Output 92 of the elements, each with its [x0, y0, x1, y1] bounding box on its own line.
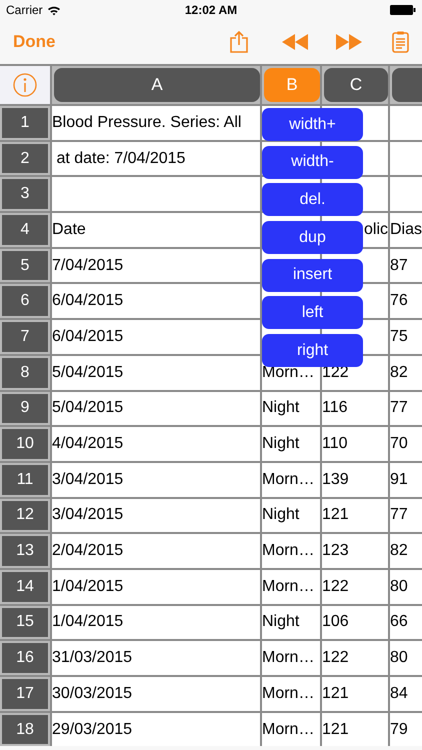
wifi-icon — [46, 4, 61, 16]
status-time: 12:02 AM — [184, 2, 238, 19]
table-cell: 122 — [322, 641, 388, 675]
table-cell: Morn… — [262, 570, 320, 604]
menu-button[interactable]: left — [262, 296, 363, 330]
table-cell: Morn… — [262, 712, 320, 746]
row-header[interactable]: 13 — [2, 536, 48, 566]
row-header[interactable]: 10 — [2, 429, 48, 459]
menu-button[interactable]: dup — [262, 221, 363, 254]
table-cell: Night — [262, 427, 320, 461]
table-cell: 87 — [390, 248, 422, 282]
table-cell: Morn… — [262, 462, 320, 497]
table-cell: 91 — [390, 462, 422, 497]
battery-icon — [390, 5, 416, 15]
row-header[interactable]: 18 — [2, 714, 48, 744]
info-icon[interactable] — [13, 73, 37, 97]
share-icon[interactable] — [230, 31, 248, 53]
row-header[interactable]: 15 — [2, 608, 48, 638]
row-header[interactable]: 5 — [2, 250, 48, 280]
rewind-icon[interactable] — [282, 34, 308, 50]
table-cell: Morn… — [262, 641, 320, 675]
table-cell: 75 — [390, 320, 422, 354]
carrier-label: Carrier — [6, 2, 43, 19]
table-cell: 2/04/2015 — [52, 534, 260, 568]
table-cell: 77 — [390, 392, 422, 426]
menu-button[interactable]: width- — [262, 146, 363, 179]
table-cell: 4/04/2015 — [52, 427, 260, 461]
table-cell: 70 — [390, 427, 422, 461]
table-cell: 77 — [390, 498, 422, 532]
table-cell: 6/04/2015 — [52, 284, 260, 318]
table-cell: Night — [262, 606, 320, 640]
document-icon[interactable] — [392, 31, 409, 53]
table-cell: 76 — [390, 284, 422, 318]
table-cell: 80 — [390, 641, 422, 675]
table-cell: 1/04/2015 — [52, 570, 260, 604]
fast-forward-icon[interactable] — [336, 34, 362, 50]
table-cell: 3/04/2015 — [52, 498, 260, 532]
row-header[interactable]: 9 — [2, 394, 48, 424]
row-header[interactable]: 3 — [2, 179, 48, 210]
table-cell: 79 — [390, 712, 422, 746]
table-cell — [390, 177, 422, 212]
table-cell: 80 — [390, 570, 422, 604]
table-cell: 123 — [322, 534, 388, 568]
table-cell: 82 — [390, 534, 422, 568]
row-header[interactable]: 4 — [2, 215, 48, 245]
table-cell: 121 — [322, 498, 388, 532]
table-cell: Morn… — [262, 534, 320, 568]
row-header[interactable]: 14 — [2, 572, 48, 602]
row-header[interactable]: 17 — [2, 679, 48, 709]
column-header[interactable] — [392, 68, 422, 102]
table-cell: 84 — [390, 677, 422, 711]
menu-button[interactable]: right — [262, 334, 363, 368]
row-header[interactable]: 2 — [2, 144, 48, 174]
table-cell: 6/04/2015 — [52, 320, 260, 354]
table-cell: 82 — [390, 356, 422, 390]
table-cell: Date — [52, 213, 260, 247]
row-header[interactable]: 8 — [2, 358, 48, 388]
table-cell: 110 — [322, 427, 388, 461]
table-cell — [390, 106, 422, 140]
table-cell: 66 — [390, 606, 422, 640]
table-cell: 116 — [322, 392, 388, 426]
table-cell: 5/04/2015 — [52, 392, 260, 426]
table-cell: 7/04/2015 — [52, 248, 260, 282]
table-cell: 122 — [322, 570, 388, 604]
menu-button[interactable]: width+ — [262, 108, 363, 141]
table-cell: 139 — [322, 462, 388, 497]
table-cell: 106 — [322, 606, 388, 640]
column-header[interactable]: A — [54, 68, 260, 102]
row-header[interactable]: 6 — [2, 286, 48, 316]
table-cell: 3/04/2015 — [52, 462, 260, 497]
row-header[interactable]: 7 — [2, 322, 48, 352]
table-cell — [390, 142, 422, 176]
table-cell: Dias — [390, 213, 422, 247]
table-cell: Night — [262, 498, 320, 532]
table-cell: 29/03/2015 — [52, 712, 260, 746]
table-cell: 1/04/2015 — [52, 606, 260, 640]
table-cell: Night — [262, 392, 320, 426]
menu-button[interactable]: del. — [262, 183, 363, 216]
table-cell: 5/04/2015 — [52, 356, 260, 390]
column-header[interactable]: C — [324, 68, 388, 102]
row-header[interactable]: 11 — [2, 464, 48, 495]
menu-button[interactable]: insert — [262, 258, 363, 292]
table-cell: 30/03/2015 — [52, 677, 260, 711]
table-cell: 121 — [322, 677, 388, 711]
table-cell: 121 — [322, 712, 388, 746]
table-cell: Morn… — [262, 677, 320, 711]
row-header[interactable]: 16 — [2, 643, 48, 673]
row-header[interactable]: 1 — [2, 108, 48, 138]
row-header[interactable]: 12 — [2, 500, 48, 530]
table-cell: Blood Pressure. Series: All — [52, 106, 260, 140]
table-cell: at date: 7/04/2015 — [52, 142, 260, 176]
table-cell: 31/03/2015 — [52, 641, 260, 675]
